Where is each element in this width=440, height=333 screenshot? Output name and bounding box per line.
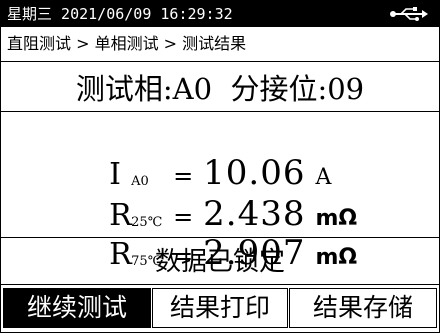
datetime-label: 2021/06/09 16:29:32: [61, 5, 233, 23]
divider: [1, 111, 439, 112]
continue-test-button[interactable]: 继续测试: [3, 288, 151, 328]
breadcrumb: 直阻测试 > 单相测试 > 测试结果: [1, 27, 439, 61]
breadcrumb-text: 直阻测试 > 单相测试 > 测试结果: [7, 34, 247, 53]
divider: [1, 61, 439, 62]
current-reading: I A0 = 10.06 A: [71, 113, 331, 193]
divider: [1, 237, 439, 238]
status-datetime: 星期三 2021/06/09 16:29:32: [7, 4, 233, 24]
status-bar: 星期三 2021/06/09 16:29:32: [1, 1, 439, 27]
resistance-75c-reading: R75℃ = 2.907 mΩ: [71, 193, 357, 273]
usb-icon: [390, 7, 428, 21]
divider: [1, 284, 439, 285]
print-result-button[interactable]: 结果打印: [152, 288, 288, 328]
save-result-button[interactable]: 结果存储: [289, 288, 437, 328]
phase-tap-info: 测试相:A0 分接位:09: [75, 72, 365, 106]
resistance-25c-reading: R25℃ = 2.438 mΩ: [71, 154, 357, 234]
device-screen: 星期三 2021/06/09 16:29:32 直阻测试 > 单相测试 > 测试…: [0, 0, 440, 333]
data-locked-message: 数据已锁定: [154, 247, 285, 277]
weekday-label: 星期三: [7, 5, 53, 23]
